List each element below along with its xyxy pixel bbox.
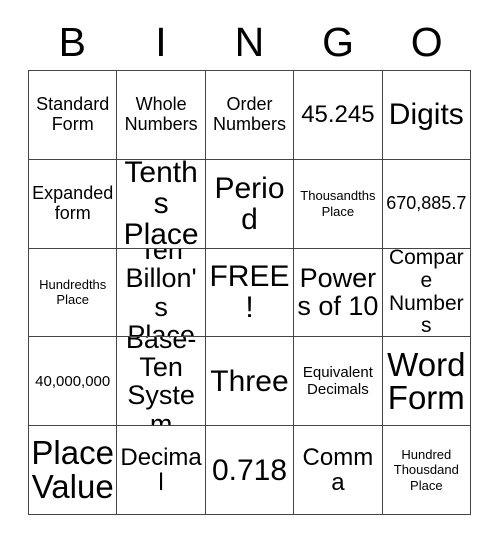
bingo-cell[interactable]: 0.718 <box>205 426 295 515</box>
bingo-cell-label: Tenths Place <box>123 159 199 249</box>
bingo-header-letter-b: B <box>58 18 86 65</box>
bingo-cell-label: Comma <box>302 443 374 497</box>
bingo-cell-label: Digits <box>388 98 464 132</box>
bingo-cell-label: Thousandths Place <box>300 188 376 219</box>
bingo-cell[interactable]: Place Value <box>29 426 118 515</box>
bingo-cell-label: Powers of 10 <box>297 263 379 322</box>
bingo-header-letter-i: I <box>155 18 167 65</box>
bingo-cell[interactable]: Expanded form <box>29 159 118 249</box>
bingo-cell[interactable]: Whole Numbers <box>117 71 206 160</box>
bingo-cell-label: Base-Ten System <box>125 337 197 427</box>
bingo-cell-label: Hundred Thousdand Place <box>393 446 459 493</box>
bingo-header: BINGO <box>28 14 471 70</box>
bingo-cell-label: FREE! <box>209 260 290 325</box>
bingo-header-letter-o: O <box>410 18 443 65</box>
bingo-card: B I N G O Standard Form Whole Numbers Order Nu… <box>0 0 500 544</box>
bingo-cell[interactable]: Base-Ten System <box>117 337 206 427</box>
bingo-cell[interactable]: 40,000,000 <box>29 337 118 427</box>
bingo-cell-label: Whole Numbers <box>124 94 198 134</box>
bingo-cell[interactable]: Tenths Place <box>117 159 206 249</box>
bingo-cell-label: 40,000,000 <box>35 372 111 390</box>
bingo-cell[interactable]: 670,885.7 <box>382 159 471 249</box>
bingo-grid: Standard Form Whole Numbers Order Numbers 4… <box>28 70 471 515</box>
bingo-cell[interactable]: Digits <box>382 71 471 160</box>
bingo-cell-label: Hundredths Place <box>39 276 107 308</box>
bingo-cell-label: 0.718 <box>211 453 288 487</box>
bingo-cell-label: Standard Form <box>36 94 110 134</box>
bingo-cell-label: Order Numbers <box>212 94 286 134</box>
bingo-cell[interactable]: Hundred Thousdand Place <box>382 426 471 515</box>
bingo-cell[interactable]: Period <box>205 159 295 249</box>
bingo-cell-label: Three <box>210 364 289 398</box>
bingo-cell[interactable]: Word Form <box>382 337 471 427</box>
bingo-cell[interactable]: Equivalent Decimals <box>294 337 383 427</box>
bingo-cell-label: 45.245 <box>301 101 375 129</box>
bingo-cell[interactable]: Three <box>205 337 295 427</box>
bingo-cell[interactable]: Compare Numbers <box>382 248 471 338</box>
bingo-cell-label: 670,885.7 <box>386 192 467 213</box>
bingo-cell-label: Decimal <box>120 443 202 497</box>
bingo-cell[interactable]: Hundredths Place <box>29 248 118 338</box>
bingo-cell[interactable]: Standard Form <box>29 71 118 160</box>
bingo-free-space-cell[interactable]: FREE! <box>205 248 295 338</box>
bingo-cell-label: Compare Numbers <box>388 248 464 338</box>
bingo-cell[interactable]: Powers of 10 <box>294 248 383 338</box>
bingo-cell-label: Equivalent Decimals <box>302 364 373 399</box>
bingo-cell[interactable]: Thousandths Place <box>294 159 383 249</box>
bingo-header-letter-g: G <box>322 18 355 65</box>
bingo-cell-label: Place Value <box>31 434 114 506</box>
bingo-cell-label: Period <box>214 171 285 236</box>
bingo-cell-label: Expanded form <box>32 182 114 223</box>
bingo-cell[interactable]: 45.245 <box>294 71 383 160</box>
bingo-cell[interactable]: Decimal <box>117 426 206 515</box>
bingo-cell[interactable]: Ten Billon's Place <box>117 248 206 338</box>
bingo-header-letter-n: N <box>234 18 265 65</box>
bingo-cell-label: Ten Billon's Place <box>125 248 197 338</box>
bingo-cell[interactable]: Comma <box>294 426 383 515</box>
bingo-cell-label: Word Form <box>387 345 466 417</box>
bingo-cell[interactable]: Order Numbers <box>205 71 295 160</box>
